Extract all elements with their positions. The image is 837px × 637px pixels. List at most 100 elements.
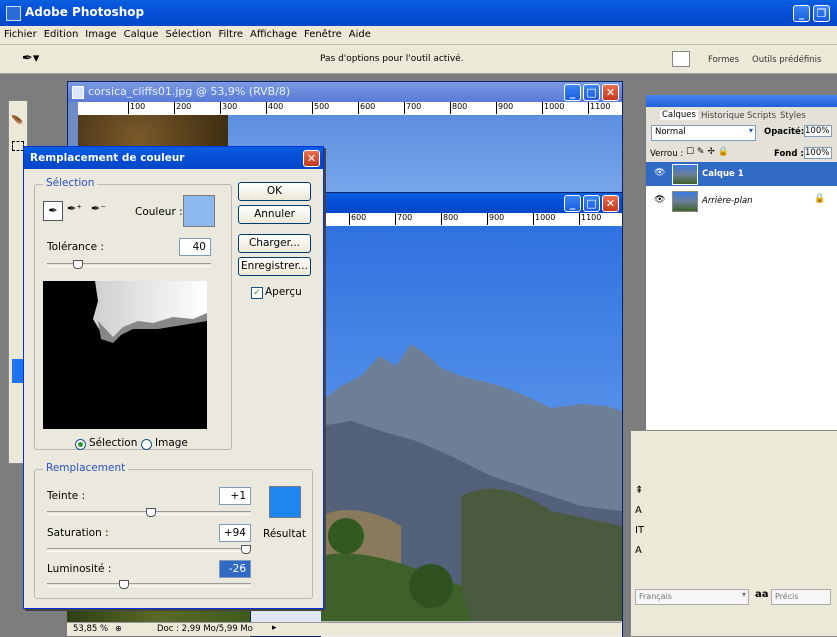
preview-label: Aperçu [265, 286, 302, 298]
menu-item[interactable]: Sélection [165, 29, 211, 40]
ruler-tick: 1000 [542, 102, 564, 114]
luminosite-label: Luminosité : [47, 563, 112, 575]
antialias-select[interactable]: Précis [771, 589, 831, 605]
tab-formes[interactable]: Formes [708, 55, 739, 65]
ruler-tick: 100 [128, 102, 145, 114]
doc1-minimize-button[interactable]: _ [564, 84, 581, 101]
tab-historique[interactable]: Historique [701, 111, 745, 121]
menu-bar: Fichier Edition Image Calque Sélection Filtre… [0, 26, 837, 45]
eyedropper-tool-icon[interactable]: ✒▾ [22, 51, 39, 66]
doc1-titlebar[interactable]: corsica_cliffs01.jpg @ 53,9% (RVB/8) _ □… [68, 82, 622, 102]
tolerance-field[interactable]: 40 [179, 238, 211, 256]
couleur-swatch[interactable] [183, 195, 215, 227]
doc1-maximize-button[interactable]: □ [583, 84, 600, 101]
app-titlebar: Adobe Photoshop _ ❐ [0, 0, 837, 26]
menu-item[interactable]: Edition [44, 29, 79, 40]
cancel-button[interactable]: Annuler [238, 205, 311, 224]
language-value: Français [639, 592, 672, 601]
layer-thumbnail [672, 164, 698, 185]
language-select[interactable]: Français ▾ [635, 589, 749, 605]
menu-item[interactable]: Fichier [4, 29, 37, 40]
ruler-tick: 600 [358, 102, 375, 114]
tab-styles[interactable]: Styles [780, 111, 806, 121]
doc2-maximize-button[interactable]: □ [583, 195, 600, 212]
chevron-down-icon: ▾ [741, 590, 746, 599]
minimize-button[interactable]: _ [793, 5, 810, 22]
saturation-field[interactable]: +94 [219, 524, 251, 542]
photoshop-logo-icon [6, 6, 21, 21]
blend-mode-select[interactable]: Normal ▾ [651, 125, 756, 141]
palette-well-icon[interactable] [672, 51, 690, 67]
fill-field[interactable]: 100% [804, 147, 832, 159]
eyedropper-icon[interactable]: ✒ [43, 201, 63, 221]
dialog-close-button[interactable]: ✕ [303, 150, 320, 167]
ruler-tick: 1100 [579, 213, 601, 225]
saturation-slider-thumb[interactable] [241, 545, 251, 554]
menu-item[interactable]: Filtre [218, 29, 243, 40]
luminosite-slider-track[interactable] [47, 583, 251, 587]
menu-item[interactable]: Calque [124, 29, 159, 40]
app-title: Adobe Photoshop [25, 5, 145, 19]
luminosite-slider-thumb[interactable] [119, 580, 129, 589]
eye-icon[interactable]: 👁 [654, 168, 665, 178]
preview-checkbox[interactable]: ✓ [251, 287, 263, 299]
lock-icons[interactable]: ☐ ✎ ✢ 🔒 [686, 147, 729, 157]
luminosite-field[interactable]: -26 [219, 560, 251, 578]
layer-thumbnail [672, 191, 698, 212]
options-message: Pas d'options pour l'outil activé. [320, 54, 464, 64]
save-button[interactable]: Enregistrer... [238, 257, 311, 276]
replace-color-dialog: Remplacement de couleur ✕ Sélection ✒ ✒⁺… [23, 146, 324, 609]
menu-item[interactable]: Aide [349, 29, 371, 40]
options-bar: ✒▾ Pas d'options pour l'outil activé. Fo… [0, 45, 837, 74]
layer-row-arriere-plan[interactable]: 👁 Arrière-plan 🔒 [646, 189, 837, 213]
tab-scripts[interactable]: Scripts [747, 111, 776, 121]
eyedropper-plus-icon[interactable]: ✒⁺ [67, 202, 82, 215]
ruler-tick: 200 [174, 102, 191, 114]
doc2-close-button[interactable]: ✕ [602, 195, 619, 212]
info-icon[interactable]: ⊕ [115, 624, 122, 633]
ruler-tick: 900 [496, 102, 513, 114]
tolerance-slider-track[interactable] [47, 263, 211, 267]
restore-button[interactable]: ❐ [813, 5, 830, 22]
chevron-down-icon: ▾ [748, 126, 753, 135]
saturation-slider-track[interactable] [47, 548, 251, 552]
eye-icon[interactable]: 👁 [654, 195, 665, 205]
doc1-title: corsica_cliffs01.jpg @ 53,9% (RVB/8) [88, 85, 291, 98]
doc2-minimize-button[interactable]: _ [564, 195, 581, 212]
doc1-close-button[interactable]: ✕ [602, 84, 619, 101]
eyedropper-minus-icon[interactable]: ✒⁻ [91, 202, 106, 215]
zoom-level[interactable]: 53,85 % [73, 624, 108, 634]
opacity-field[interactable]: 100% [804, 125, 832, 137]
layers-panel-titlebar[interactable] [646, 95, 837, 107]
layer-name: Arrière-plan [702, 196, 753, 206]
ruler-tick: 700 [395, 213, 412, 225]
ruler-tick: 1000 [533, 213, 555, 225]
menu-item[interactable]: Affichage [250, 29, 297, 40]
landscape-image[interactable] [321, 226, 622, 621]
tab-outils-predefinis[interactable]: Outils prédéfinis [752, 55, 821, 65]
blend-mode-value: Normal [655, 127, 686, 137]
teinte-field[interactable]: +1 [219, 487, 251, 505]
selection-group-legend: Sélection [43, 177, 98, 189]
teinte-slider-thumb[interactable] [146, 508, 156, 517]
radio-image[interactable] [141, 439, 152, 450]
tab-calques[interactable]: Calques [660, 110, 698, 120]
load-button[interactable]: Charger... [238, 234, 311, 253]
tolerance-slider-thumb[interactable] [73, 260, 83, 269]
layer-row-calque-1[interactable]: 👁 Calque 1 [646, 162, 837, 186]
ruler-tick: 900 [487, 213, 504, 225]
resultat-swatch[interactable] [269, 486, 301, 518]
menu-item[interactable]: Image [85, 29, 116, 40]
feather-icon: 🪶 [11, 115, 25, 128]
menu-item[interactable]: Fenêtre [304, 29, 342, 40]
saturation-label: Saturation : [47, 527, 109, 539]
status-menu-arrow-icon[interactable]: ▸ [272, 623, 277, 633]
dialog-titlebar[interactable]: Remplacement de couleur ✕ [24, 147, 323, 169]
status-bar: 53,85 % ⊕ Doc : 2,99 Mo/5,99 Mo ▸ [67, 622, 621, 636]
antialias-value: Précis [775, 592, 799, 601]
ruler-tick: 800 [450, 102, 467, 114]
mask-shape [93, 281, 207, 343]
ok-button[interactable]: OK [238, 182, 311, 201]
opacity-label: Opacité: [764, 127, 805, 137]
radio-selection[interactable] [75, 439, 86, 450]
